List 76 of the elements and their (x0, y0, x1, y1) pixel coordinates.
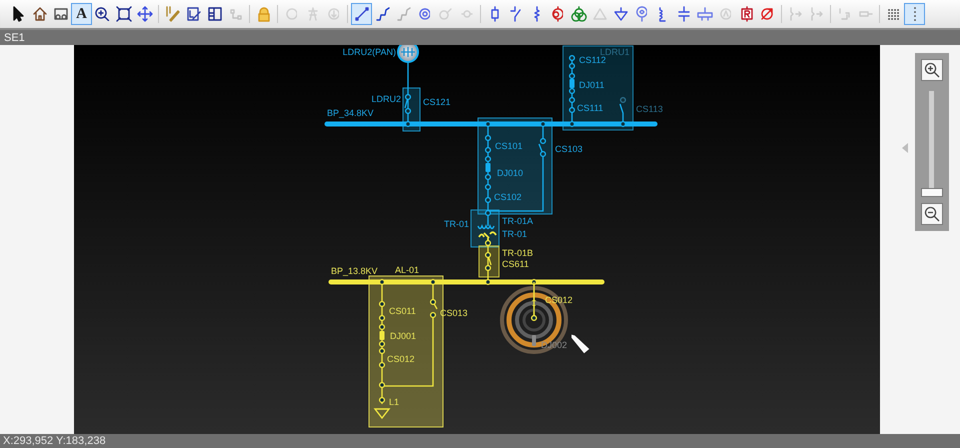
move-arrows-icon (136, 6, 152, 22)
bracket-arrow-icon (810, 7, 822, 21)
dot-grid-icon (888, 8, 900, 20)
diagram-label: CS101 (495, 141, 523, 151)
diagram-label: LDRU2(PAN) (342, 47, 396, 57)
diagram-label: CS113 (636, 104, 663, 114)
polyline-icon (396, 7, 410, 21)
fit-frame-icon (116, 6, 132, 22)
dotted-handle-icon (914, 6, 916, 22)
pencil-icon (166, 6, 180, 22)
polyline-icon (376, 7, 390, 21)
diagram-label: AL-01 (395, 265, 420, 275)
graph-nodes-icon (230, 8, 242, 20)
diagram-label: TR-01B (502, 248, 534, 258)
diagram-title: SE1 (3, 32, 25, 44)
line-tool[interactable] (351, 3, 372, 25)
relay-box-icon (740, 6, 752, 22)
busbar-icon (696, 7, 712, 21)
line-icon (354, 7, 368, 21)
diagram-label: BP_34.8KV (327, 108, 374, 118)
zoom-in-icon (924, 62, 940, 78)
diagram-label: CS102 (494, 192, 522, 202)
capacitor-icon (678, 6, 690, 22)
zoom-out-icon (924, 206, 940, 222)
diagram-label: L1 (389, 397, 400, 407)
diagram-label: BP_13.8KV (331, 266, 378, 276)
bracket-arrow-icon (790, 7, 802, 21)
cursor-coordinates: X:293,952 Y:183,238 (2, 435, 106, 447)
diagram-label: CS111 (577, 103, 604, 113)
diagram-label: DJ010 (497, 168, 524, 178)
slider-thumb[interactable] (921, 188, 943, 197)
diagram-label: TR-01 (444, 219, 469, 229)
diagram-label: TR-01 (502, 229, 528, 239)
generator-drawing (397, 45, 419, 63)
ring-icon (418, 8, 430, 20)
lock-icon (258, 6, 270, 22)
three-winding-transformer-icon (570, 6, 586, 22)
diagram-label: CS112 (579, 55, 606, 65)
switch-icon (510, 6, 521, 22)
diagram-label: CS103 (555, 144, 583, 154)
zoom-in-button[interactable] (921, 59, 943, 81)
text-tool[interactable]: A (71, 3, 92, 25)
meter-icon (720, 8, 732, 20)
house-icon (32, 7, 46, 21)
diagram-label: CS611 (502, 259, 529, 269)
zoom-out-button[interactable] (921, 203, 943, 225)
diagram-label: CS011 (389, 306, 416, 316)
node-icon (460, 10, 472, 18)
diagram-label: CS121 (423, 97, 451, 107)
diagram-label: DJ011 (579, 80, 604, 90)
generator-icon (636, 6, 648, 22)
diagram-label: DJ001 (390, 331, 416, 341)
diagram-label: LDRU1 (600, 47, 630, 57)
breaker-icon (490, 6, 498, 22)
selection-icon (54, 8, 68, 20)
connector-icon (839, 8, 850, 20)
triangle-icon (592, 8, 606, 20)
inductor-icon (659, 6, 666, 22)
dotted-handle-tool[interactable] (904, 3, 925, 25)
pointer-icon (13, 6, 24, 22)
load-triangle-icon (374, 408, 390, 420)
diagram-label: TR-01A (502, 216, 534, 226)
pen-cursor-icon (570, 333, 591, 355)
bay-highlight (478, 246, 500, 278)
plug-icon (858, 11, 872, 17)
resistor-icon (534, 6, 540, 22)
zoom-icon (95, 6, 110, 22)
tower-icon (308, 7, 318, 21)
edit-diagram-icon (186, 7, 200, 21)
diagram-label: LDRU2 (371, 94, 401, 104)
transformer-icon (552, 6, 564, 22)
probe-icon (439, 8, 452, 20)
zoom-slider[interactable] (921, 91, 943, 197)
diagram-label: CS012 (387, 354, 415, 364)
panel-layout-icon (208, 7, 222, 21)
ground-icon (614, 7, 628, 21)
